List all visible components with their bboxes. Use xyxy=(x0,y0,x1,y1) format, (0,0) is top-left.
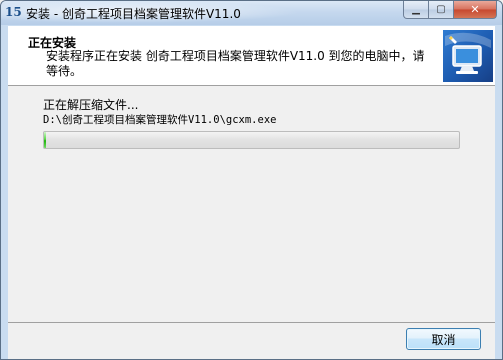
window-title: 安装 - 创奇工程项目档案管理软件V11.0 xyxy=(26,7,241,21)
minimize-button[interactable]: ▁ xyxy=(403,1,429,19)
wizard-client-area: 正在安装 安装程序正在安装 创奇工程项目档案管理软件V11.0 到您的电脑中，请… xyxy=(8,26,495,359)
installer-computer-icon xyxy=(443,30,493,82)
wizard-header: 正在安装 安装程序正在安装 创奇工程项目档案管理软件V11.0 到您的电脑中，请… xyxy=(8,26,495,86)
close-icon: ✕ xyxy=(470,3,480,16)
app-icon: 15 xyxy=(5,5,22,19)
wizard-body: 正在解压缩文件... D:\创奇工程项目档案管理软件V11.0\gcxm.exe xyxy=(8,86,495,323)
minimize-icon: ▁ xyxy=(412,4,420,15)
current-file-path: D:\创奇工程项目档案管理软件V11.0\gcxm.exe xyxy=(43,114,277,126)
maximize-button[interactable]: ▢ xyxy=(429,1,454,19)
title-bar[interactable]: 15 安装 - 创奇工程项目档案管理软件V11.0 ▁ ▢ ✕ xyxy=(1,1,502,25)
progress-fill xyxy=(44,132,47,148)
page-description: 安装程序正在安装 创奇工程项目档案管理软件V11.0 到您的电脑中，请等待。 xyxy=(46,49,425,78)
caption-buttons: ▁ ▢ ✕ xyxy=(403,1,497,20)
cancel-button[interactable]: 取消 xyxy=(406,328,481,350)
installer-window: 15 安装 - 创奇工程项目档案管理软件V11.0 ▁ ▢ ✕ 正在安装 安装程… xyxy=(0,0,503,360)
status-label: 正在解压缩文件... xyxy=(43,98,139,112)
close-button[interactable]: ✕ xyxy=(454,1,497,19)
maximize-icon: ▢ xyxy=(436,4,446,15)
install-progress-bar xyxy=(43,131,460,149)
